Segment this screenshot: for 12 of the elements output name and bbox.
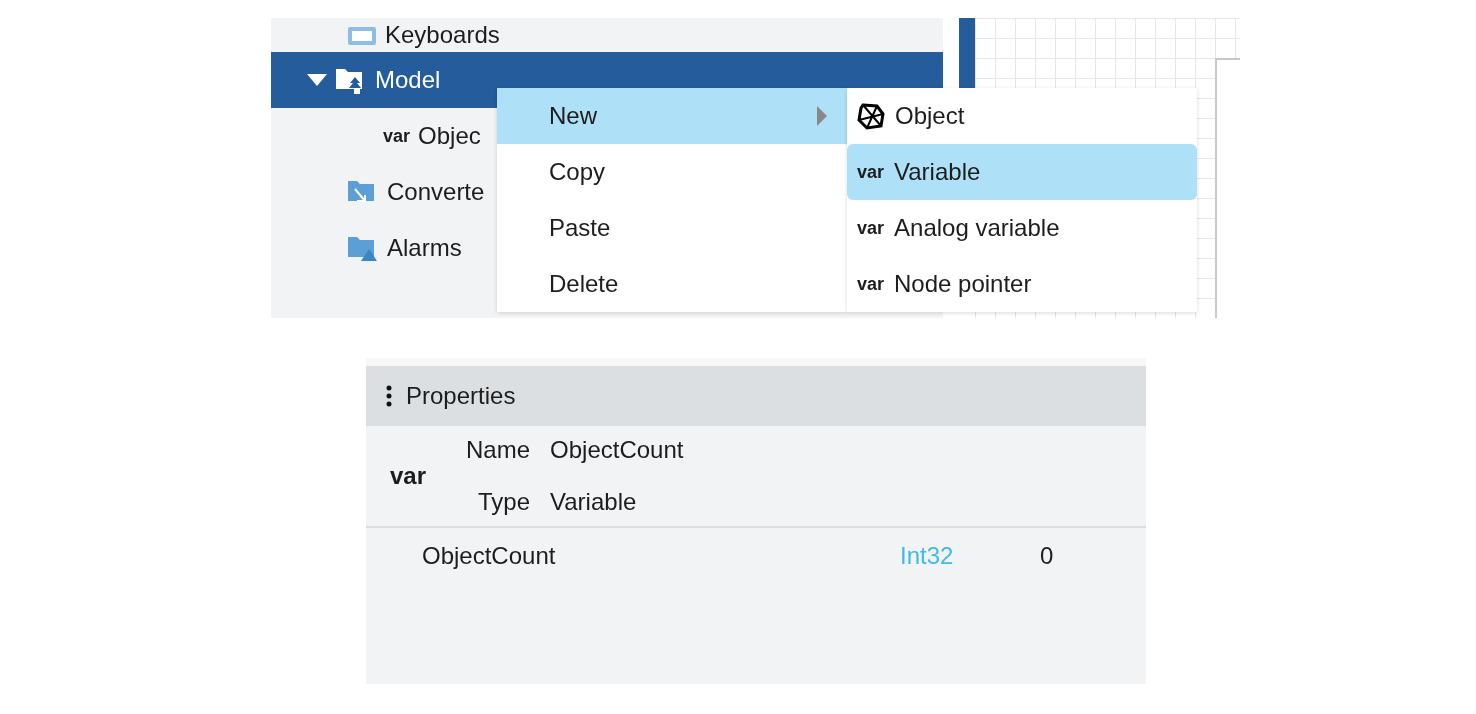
panel-title: Properties (406, 382, 516, 410)
variable-icon: var (390, 462, 466, 490)
field-label: Type (477, 488, 531, 516)
variable-icon: var (857, 161, 885, 183)
property-value: 0 (1040, 542, 1055, 570)
field-value: ObjectCount (550, 436, 684, 464)
variable-icon: var (383, 125, 411, 147)
variable-icon: var (857, 273, 885, 295)
field-value: Variable (550, 488, 638, 516)
property-name: ObjectCount (422, 542, 557, 570)
variable-icon: var (857, 217, 885, 239)
field-label: Name (466, 436, 531, 464)
